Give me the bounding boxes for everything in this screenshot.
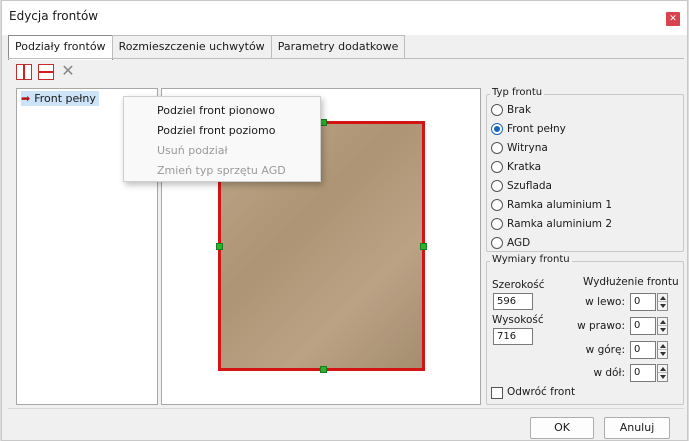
close-button[interactable]: ✕: [666, 12, 680, 26]
wymiary-frontu-group: Wymiary frontu Szerokość 596 Wysokość 71…: [486, 254, 684, 405]
radio-button[interactable]: [491, 104, 503, 116]
tree-item-label: Front pełny: [34, 92, 96, 105]
w-dol-spinner[interactable]: [657, 364, 668, 382]
radio-brak[interactable]: Brak: [491, 104, 531, 116]
radio-button[interactable]: [491, 199, 503, 211]
split-horizontal-icon[interactable]: [38, 64, 54, 80]
radio-button[interactable]: [491, 237, 503, 249]
radio-button[interactable]: [491, 142, 503, 154]
ok-button[interactable]: OK: [530, 417, 594, 439]
w-lewo-input[interactable]: 0: [630, 293, 656, 311]
w-dol-input[interactable]: 0: [630, 364, 656, 382]
w-prawo-label: w prawo:: [577, 320, 625, 332]
tab-rozmieszczenie[interactable]: Rozmieszczenie uchwytów: [111, 35, 272, 59]
w-prawo-spinner[interactable]: [657, 317, 668, 335]
title-bar: Edycja frontów ✕: [2, 1, 687, 35]
szerokosc-label: Szerokość: [492, 279, 545, 291]
cancel-button[interactable]: Anuluj: [604, 417, 670, 439]
wydluzenie-label: Wydłużenie frontu: [583, 276, 679, 288]
radio-button[interactable]: [491, 218, 503, 230]
resize-handle-left[interactable]: [216, 243, 223, 250]
wysokosc-input[interactable]: 716: [493, 328, 533, 345]
w-gore-spinner[interactable]: [657, 341, 668, 359]
context-menu: Podziel front pionowo Podziel front pozi…: [123, 96, 321, 182]
remove-icon[interactable]: ✕: [60, 63, 76, 80]
radio-agd[interactable]: AGD: [491, 237, 530, 249]
szerokosc-input[interactable]: 596: [493, 293, 533, 310]
radio-label: Ramka aluminium 1: [507, 199, 613, 211]
arrow-right-icon: ➡: [21, 92, 31, 105]
resize-handle-right[interactable]: [420, 243, 427, 250]
odwroc-checkbox[interactable]: [491, 387, 503, 399]
close-icon: ✕: [669, 14, 677, 24]
radio-ramka-2[interactable]: Ramka aluminium 2: [491, 218, 612, 230]
menu-item-split-horizontal[interactable]: Podziel front poziomo: [157, 124, 276, 137]
w-gore-label: w górę:: [585, 344, 625, 356]
radio-kratka[interactable]: Kratka: [491, 161, 541, 173]
menu-item-remove-division: Usuń podział: [157, 144, 228, 157]
tab-bar: Podziały frontów Rozmieszczenie uchwytów…: [8, 35, 406, 60]
radio-label: AGD: [507, 237, 531, 249]
tree-item-front-pelny[interactable]: ➡ Front pełny: [21, 91, 99, 106]
menu-item-split-vertical[interactable]: Podziel front pionowo: [157, 104, 275, 117]
radio-button[interactable]: [491, 180, 503, 192]
typ-frontu-group: Typ frontu Brak Front pełny Witryna Krat…: [486, 87, 684, 252]
bottom-separator: [8, 408, 684, 409]
odwroc-label: Odwróć front: [507, 386, 576, 398]
toolbar: ✕: [16, 63, 76, 80]
tab-parametry[interactable]: Parametry dodatkowe: [270, 35, 406, 59]
split-vertical-icon[interactable]: [16, 64, 32, 80]
w-lewo-spinner[interactable]: [657, 293, 668, 311]
radio-button[interactable]: [491, 161, 503, 173]
radio-szuflada[interactable]: Szuflada: [491, 180, 552, 192]
w-lewo-label: w lewo:: [585, 296, 625, 308]
wysokosc-label: Wysokość: [492, 314, 544, 326]
radio-label: Kratka: [507, 161, 542, 173]
resize-handle-bottom[interactable]: [320, 366, 327, 373]
w-dol-label: w dół:: [593, 367, 625, 379]
w-prawo-input[interactable]: 0: [630, 317, 656, 335]
radio-label: Szuflada: [507, 180, 552, 192]
w-gore-input[interactable]: 0: [630, 341, 656, 359]
radio-label: Front pełny: [507, 123, 566, 135]
tab-podzialy[interactable]: Podziały frontów: [8, 35, 113, 60]
resize-handle-top[interactable]: [320, 119, 327, 126]
radio-label: Ramka aluminium 2: [507, 218, 613, 230]
radio-label: Witryna: [507, 142, 548, 154]
radio-front-pelny[interactable]: Front pełny: [491, 123, 566, 135]
window-title: Edycja frontów: [9, 9, 99, 23]
menu-item-change-agd: Zmień typ sprzętu AGD: [157, 164, 286, 177]
radio-ramka-1[interactable]: Ramka aluminium 1: [491, 199, 612, 211]
dialog-window: Edycja frontów ✕ Podziały frontów Rozmie…: [1, 0, 688, 441]
tab-divider: [8, 58, 684, 59]
radio-label: Brak: [507, 104, 532, 116]
radio-button-checked[interactable]: [491, 123, 503, 135]
radio-witryna[interactable]: Witryna: [491, 142, 548, 154]
typ-frontu-legend: Typ frontu: [490, 87, 545, 98]
wymiary-legend: Wymiary frontu: [490, 254, 572, 265]
